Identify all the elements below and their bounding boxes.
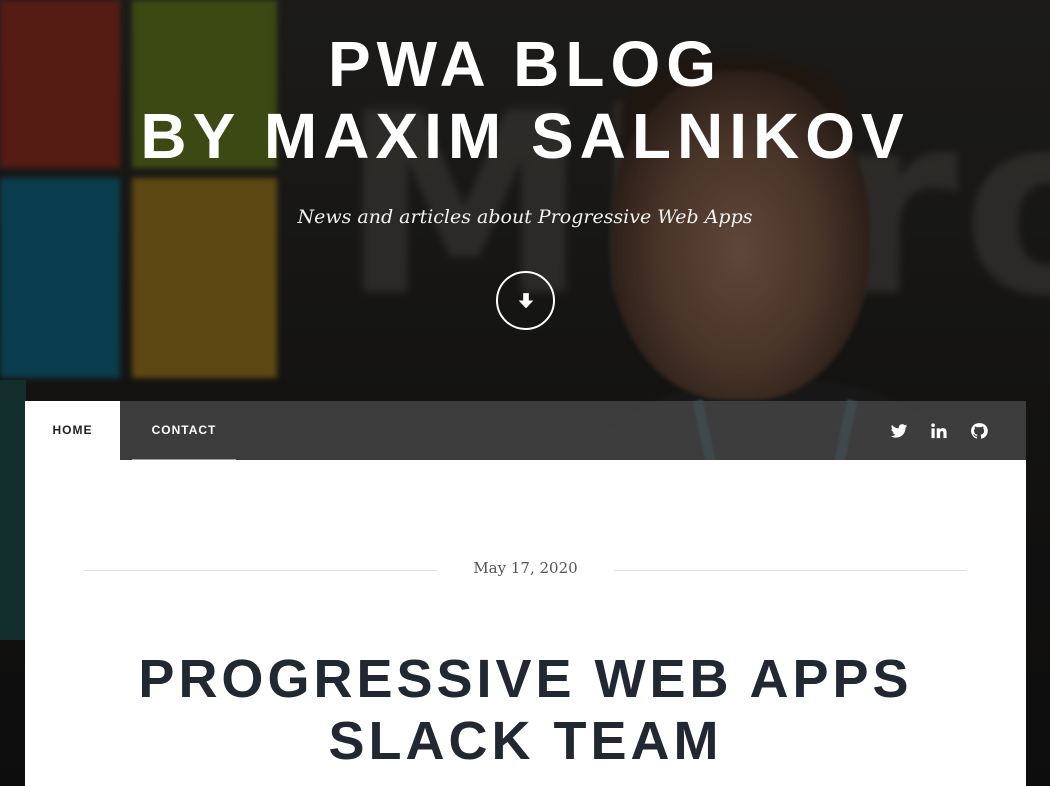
post-title-line1: PROGRESSIVE WEB APPS (138, 649, 913, 709)
post-title-line2: SLACK TEAM (328, 711, 723, 771)
nav-item-contact[interactable]: CONTACT (132, 401, 236, 460)
arrow-down-icon (518, 292, 533, 308)
post-title[interactable]: PROGRESSIVE WEB APPS SLACK TEAM (25, 648, 1026, 772)
linkedin-link[interactable] (921, 401, 957, 460)
date-divider (614, 570, 967, 571)
post-date-row: May 17, 2020 (84, 559, 967, 581)
date-divider (84, 570, 437, 571)
twitter-link[interactable] (881, 401, 917, 460)
site-title-line1: PWA BLOG (327, 28, 723, 100)
github-icon (971, 422, 988, 439)
site-tagline: News and articles about Progressive Web … (297, 206, 753, 228)
scroll-down-button[interactable] (496, 271, 555, 330)
twitter-icon (890, 423, 908, 438)
linkedin-icon (931, 422, 947, 438)
github-link[interactable] (961, 401, 997, 460)
site-title[interactable]: PWA BLOG BY MAXIM SALNIKOV (0, 28, 1050, 172)
post-card: May 17, 2020 PROGRESSIVE WEB APPS SLACK … (25, 460, 1026, 786)
main-navbar: HOME CONTACT (25, 401, 1026, 460)
post-date: May 17, 2020 (473, 559, 578, 577)
nav-item-home[interactable]: HOME (25, 401, 120, 460)
site-title-line2: BY MAXIM SALNIKOV (140, 100, 910, 172)
